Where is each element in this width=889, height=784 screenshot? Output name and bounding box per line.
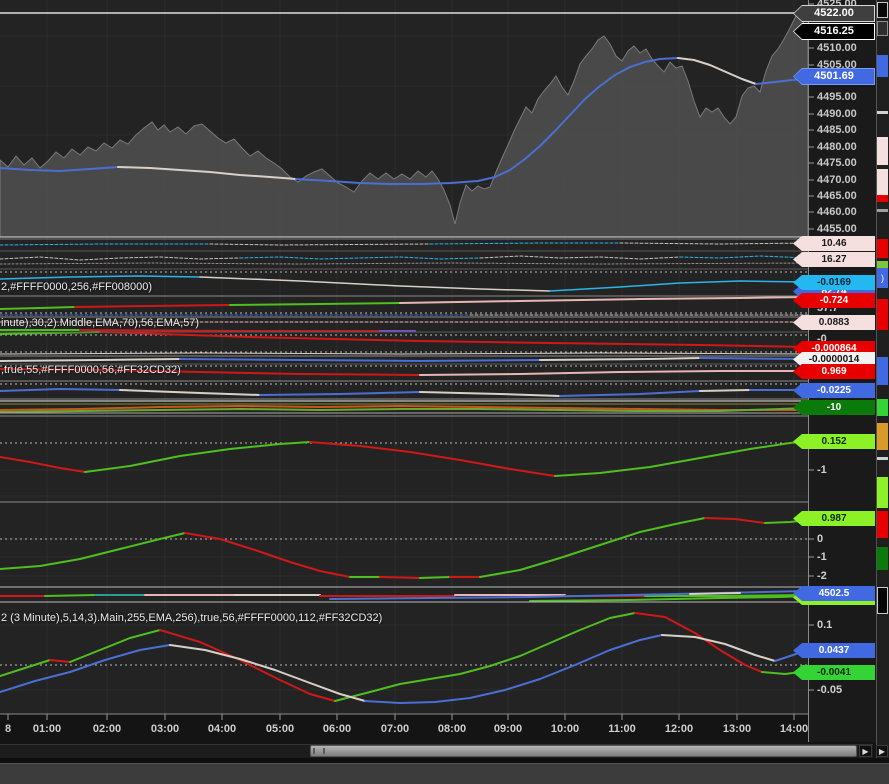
indicator-line — [619, 242, 809, 245]
indicator-line — [184, 532, 351, 578]
indicator-line — [764, 519, 809, 524]
bottom-status-bar — [0, 763, 889, 784]
indicator-line — [634, 612, 763, 673]
indicator-line — [0, 306, 76, 310]
indicator-line — [761, 670, 809, 675]
indicator-line — [0, 243, 211, 246]
indicator-line — [704, 517, 766, 524]
indicator-line — [229, 302, 401, 306]
indicator-line — [209, 243, 431, 246]
indicator-line — [0, 368, 421, 376]
indicator-line — [0, 388, 121, 392]
indicator-line — [364, 634, 663, 704]
indicator-line — [399, 296, 809, 304]
indicator-line — [539, 357, 701, 361]
indicator-line — [0, 275, 201, 280]
indicator-line — [774, 649, 809, 662]
indicator-line — [259, 391, 421, 396]
indicator-line — [0, 352, 809, 355]
indicator-line — [119, 389, 261, 396]
indicator-line — [309, 441, 556, 477]
chart-canvas[interactable] — [0, 0, 889, 760]
indicator-line — [699, 357, 809, 360]
indicator-line — [0, 358, 181, 362]
indicator-line — [334, 612, 636, 702]
indicator-line — [0, 659, 51, 677]
indicator-line — [239, 256, 481, 260]
indicator-line — [419, 576, 451, 579]
indicator-line — [49, 659, 71, 663]
indicator-line — [74, 304, 231, 308]
indicator-line — [554, 440, 809, 477]
trading-chart-window: 4525.00 4520.00 4510.00 4505.00 4500.00 4495.… — [0, 0, 889, 784]
indicator-line — [479, 517, 706, 578]
price-area-series — [0, 12, 809, 238]
indicator-line — [379, 576, 421, 579]
indicator-line — [44, 594, 96, 597]
indicator-line — [677, 57, 757, 85]
indicator-line — [179, 358, 541, 362]
indicator-line — [0, 262, 809, 265]
scrollbar-right-arrow-button[interactable]: ▶ — [859, 745, 872, 757]
strip-scroll-right-arrow-button[interactable]: ▶ — [876, 745, 888, 757]
indicator-line — [0, 532, 186, 570]
indicator-line — [479, 255, 681, 260]
scrollbar-thumb[interactable] — [310, 745, 857, 757]
indicator-line — [84, 441, 311, 473]
indicator-line — [689, 592, 741, 595]
indicator-line — [644, 594, 809, 597]
indicator-line — [199, 276, 551, 292]
scrollbar-grip-icon — [313, 748, 325, 754]
indicator-line — [419, 370, 809, 376]
indicator-line — [99, 331, 809, 348]
indicator-line — [679, 255, 809, 259]
indicator-line — [79, 329, 381, 332]
indicator-line — [0, 256, 241, 261]
indicator-line — [419, 391, 561, 397]
indicator-line — [699, 389, 751, 392]
indicator-line — [429, 242, 621, 245]
